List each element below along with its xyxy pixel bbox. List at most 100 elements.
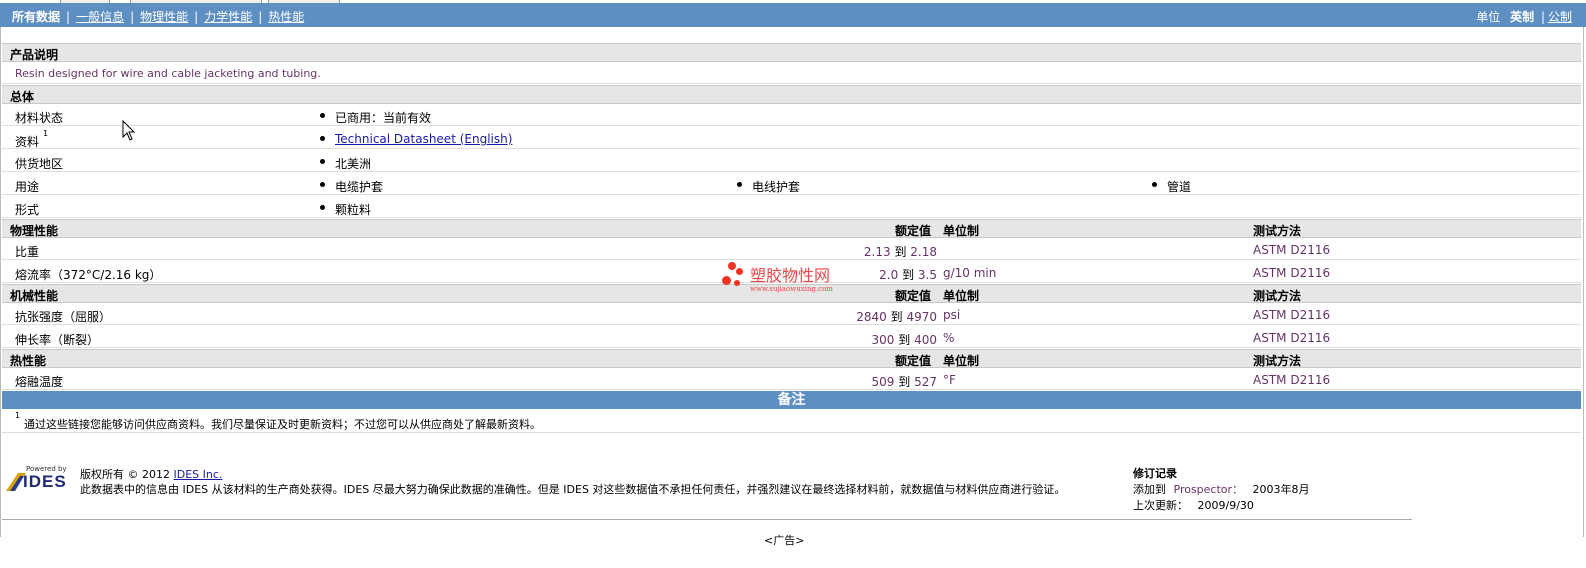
property-label: 抗张强度（屈服） — [15, 310, 112, 324]
copyright-line: 版权所有 © 2012 IDES Inc. — [80, 466, 222, 482]
property-label: 伸长率（断裂） — [15, 333, 100, 347]
footnote-marker: 1 — [43, 129, 49, 138]
footer-divider — [2, 519, 1412, 520]
section-header-description: 产品说明 — [2, 43, 1581, 62]
ides-logo: Powered by IDES — [6, 465, 70, 493]
property-row: 伸长率（断裂） 300 到 400 % ASTM D2116 — [2, 326, 1581, 348]
property-test-method: ASTM D2116 — [1253, 373, 1331, 387]
general-row: 形式 颗粒料 — [2, 196, 1581, 218]
revision-updated: 上次更新： 2009/9/30 — [1133, 499, 1254, 512]
section-nav-bar: 所有数据 | 一般信息 | 物理性能 | 力学性能 | 热性能 单位 英制 | 公制 — [0, 3, 1586, 27]
ides-company-link[interactable]: IDES Inc. — [174, 468, 223, 481]
bullet-icon — [320, 159, 325, 164]
bullet-icon — [737, 182, 742, 187]
property-label: 熔流率（372°C/2.16 kg） — [15, 268, 162, 282]
general-row: 材料状态 已商用：当前有效 — [2, 104, 1581, 126]
tab-mechanical[interactable]: 力学性能 — [204, 10, 252, 24]
col-value-header: 额定值 — [895, 289, 932, 303]
watermark-dot — [736, 268, 743, 275]
disclaimer-text: 此数据表中的信息由 IDES 从该材料的生产商处获得。IDES 尽最大努力确保此… — [80, 483, 1066, 496]
general-header: 总体 — [10, 90, 35, 104]
physical-header: 物理性能 — [10, 224, 59, 238]
general-value: 电线护套 — [752, 180, 801, 194]
property-unit: % — [943, 331, 955, 345]
tab-general-info[interactable]: 一般信息 — [76, 10, 124, 24]
section-header-thermal: 热性能 额定值 单位制 测试方法 — [2, 349, 1581, 368]
property-test-method: ASTM D2116 — [1253, 243, 1331, 257]
bullet-icon — [320, 136, 325, 141]
general-value: 已商用：当前有效 — [335, 111, 432, 125]
watermark-dot — [728, 262, 736, 270]
unit-metric-link[interactable]: 公制 — [1548, 10, 1572, 24]
col-unit-header: 单位制 — [943, 224, 980, 238]
frame-left-border — [0, 27, 1, 537]
general-label: 用途 — [15, 180, 40, 194]
general-row: 供货地区 北美洲 — [2, 150, 1581, 172]
col-test-header: 测试方法 — [1253, 289, 1302, 303]
property-row: 熔融温度 509 到 527 °F ASTM D2116 — [2, 368, 1581, 390]
col-unit-header: 单位制 — [943, 354, 980, 368]
general-value: 电缆护套 — [335, 180, 384, 194]
unit-label: 单位 — [1476, 10, 1501, 24]
general-row: 用途 电缆护套 电线护套 管道 — [2, 173, 1581, 195]
section-tabs: 所有数据 | 一般信息 | 物理性能 | 力学性能 | 热性能 — [12, 10, 305, 24]
property-value-range: 300 到 400 — [871, 333, 937, 347]
technical-datasheet-link[interactable]: Technical Datasheet (English) — [335, 132, 512, 146]
description-row: Resin designed for wire and cable jacket… — [2, 62, 1581, 84]
revision-title: 修订记录 — [1133, 467, 1177, 480]
mouse-cursor-icon — [122, 120, 136, 141]
watermark-name: 塑胶物性网 — [750, 266, 831, 285]
property-test-method: ASTM D2116 — [1253, 266, 1331, 280]
description-header: 产品说明 — [10, 48, 59, 62]
property-unit: °F — [943, 373, 956, 387]
tab-physical[interactable]: 物理性能 — [140, 10, 188, 24]
property-value-range: 2.13 到 2.18 — [863, 245, 937, 259]
watermark-url: www.sujiaowuxing.com — [750, 285, 833, 293]
thermal-header: 热性能 — [10, 354, 47, 368]
bullet-icon — [320, 205, 325, 210]
col-test-header: 测试方法 — [1253, 224, 1302, 238]
unit-switcher: 单位 英制 | 公制 — [1476, 10, 1572, 24]
watermark-dot — [722, 276, 731, 285]
col-unit-header: 单位制 — [943, 289, 980, 303]
general-label: 形式 — [15, 203, 40, 217]
property-test-method: ASTM D2116 — [1253, 331, 1331, 345]
notes-header-bar: 备注 — [2, 391, 1581, 409]
col-value-header: 额定值 — [895, 224, 932, 238]
advertisement-placeholder: <广告> — [764, 534, 805, 547]
bullet-icon — [320, 113, 325, 118]
revision-added: 添加到 Prospector： 2003年8月 — [1133, 483, 1310, 496]
tab-all-data[interactable]: 所有数据 — [12, 10, 60, 24]
description-text: Resin designed for wire and cable jacket… — [15, 67, 321, 80]
col-test-header: 测试方法 — [1253, 354, 1302, 368]
col-value-header: 额定值 — [895, 354, 932, 368]
property-row: 比重 2.13 到 2.18 ASTM D2116 — [2, 238, 1581, 260]
property-test-method: ASTM D2116 — [1253, 308, 1331, 322]
tab-thermal[interactable]: 热性能 — [268, 10, 304, 24]
property-unit: psi — [943, 308, 961, 322]
property-value-range: 509 到 527 — [871, 375, 937, 389]
property-value-range: 2.0 到 3.5 — [879, 268, 937, 282]
property-label: 熔融温度 — [15, 375, 64, 389]
general-value: 北美洲 — [335, 157, 372, 171]
watermark-dot — [734, 280, 740, 286]
general-label: 供货地区 — [15, 157, 64, 171]
section-header-physical: 物理性能 额定值 单位制 测试方法 — [2, 219, 1581, 238]
notes-row: 1 通过这些链接您能够访问供应商资料。我们尽量保证及时更新资料；不过您可以从供应… — [2, 409, 1581, 433]
property-row: 抗张强度（屈服） 2840 到 4970 psi ASTM D2116 — [2, 303, 1581, 325]
bullet-icon — [1152, 182, 1157, 187]
notes-text: 通过这些链接您能够访问供应商资料。我们尽量保证及时更新资料；不过您可以从供应商处… — [24, 418, 541, 431]
ides-logo-text: IDES — [23, 472, 67, 491]
frame-right-border — [1583, 27, 1584, 537]
footnote-marker: 1 — [15, 411, 21, 420]
property-value-range: 2840 到 4970 — [856, 310, 937, 324]
property-label: 比重 — [15, 245, 40, 259]
general-label: 材料状态 — [15, 111, 64, 125]
general-row: 资料 1 Technical Datasheet (English) — [2, 127, 1581, 149]
property-unit: g/10 min — [943, 266, 997, 280]
copyright-text: 版权所有 © 2012 — [80, 468, 170, 481]
unit-english-button[interactable]: 英制 — [1510, 10, 1534, 24]
notes-header: 备注 — [777, 392, 806, 408]
general-value: 颗粒料 — [335, 203, 372, 217]
general-value: 管道 — [1167, 180, 1192, 194]
